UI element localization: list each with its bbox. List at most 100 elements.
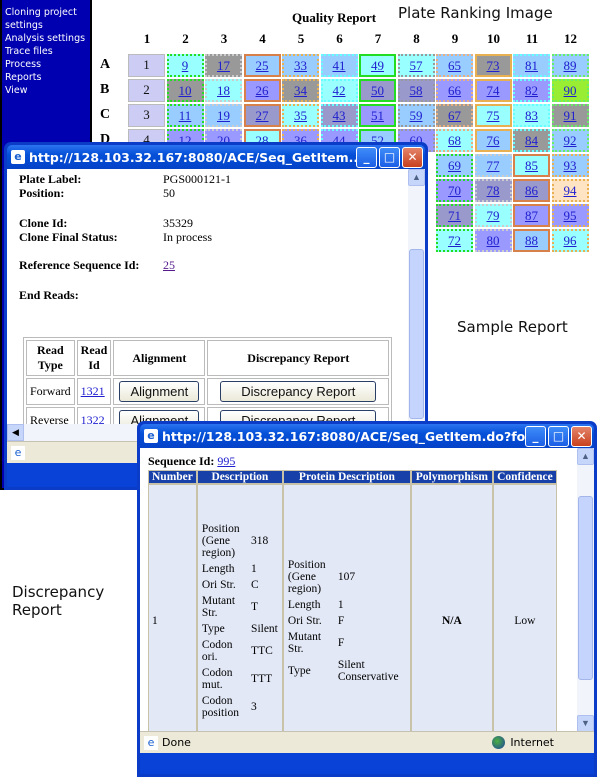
- maximize-button[interactable]: □: [379, 146, 400, 168]
- well-link[interactable]: 69: [448, 158, 461, 173]
- plate-well: 69: [436, 154, 473, 177]
- plate-well: 26: [243, 79, 281, 102]
- well-link[interactable]: 70: [448, 183, 461, 198]
- well-link[interactable]: 85: [525, 158, 538, 173]
- plate-well: 71: [436, 204, 473, 227]
- read-id-link[interactable]: 1321: [81, 384, 105, 398]
- well-link[interactable]: 86: [525, 183, 538, 198]
- well-link[interactable]: 78: [487, 183, 500, 198]
- well-link[interactable]: 67: [448, 108, 461, 123]
- scroll-up-icon[interactable]: ▲: [577, 448, 594, 465]
- status-bar: e Done Internet: [140, 731, 594, 753]
- plate-well: 2: [128, 79, 165, 102]
- well-link[interactable]: 96: [564, 233, 577, 248]
- detail-row: Type Silent: [200, 622, 280, 636]
- disc-window-titlebar[interactable]: e http://128.103.32.167:8080/ACE/Seq_Get…: [140, 424, 594, 448]
- well-link[interactable]: 26: [256, 83, 269, 98]
- well-link[interactable]: 71: [448, 208, 461, 223]
- well-link[interactable]: 33: [294, 58, 307, 73]
- well-link[interactable]: 88: [525, 233, 538, 248]
- sidebar-item-view[interactable]: View: [5, 84, 87, 97]
- well-link[interactable]: 89: [564, 58, 577, 73]
- well-link[interactable]: 19: [217, 108, 230, 123]
- well-link[interactable]: 35: [294, 108, 307, 123]
- well-link[interactable]: 94: [564, 183, 577, 198]
- well-link[interactable]: 50: [371, 83, 384, 98]
- scroll-up-icon[interactable]: ▲: [408, 169, 425, 186]
- header-protein-description: Protein Description: [282, 470, 411, 484]
- well-link[interactable]: 87: [525, 208, 538, 223]
- well-link[interactable]: 95: [564, 208, 577, 223]
- well-link[interactable]: 77: [487, 158, 500, 173]
- well-link[interactable]: 42: [333, 83, 346, 98]
- vertical-scrollbar[interactable]: ▲ ▼: [577, 448, 594, 732]
- plate-well: 82: [513, 79, 550, 102]
- well-link[interactable]: 17: [217, 58, 230, 73]
- description-details: Position (Gene region) 318 Length 1 Ori Str.…: [198, 520, 282, 722]
- well-link[interactable]: 74: [487, 83, 500, 98]
- header-read-type: Read Type: [26, 340, 75, 376]
- well-link[interactable]: 18: [217, 83, 230, 98]
- well-link[interactable]: 91: [564, 108, 577, 123]
- reference-sequence-link[interactable]: 25: [163, 258, 175, 272]
- well-link[interactable]: 57: [410, 58, 423, 73]
- close-button[interactable]: ✕: [571, 425, 592, 447]
- detail-key: Position (Gene region): [201, 523, 240, 559]
- well-link[interactable]: 92: [564, 133, 577, 148]
- detail-key: Codon position: [201, 695, 239, 719]
- well-link[interactable]: 9: [182, 58, 189, 73]
- discrepancy-report-button[interactable]: Discrepancy Report: [220, 381, 377, 402]
- sidebar-item-reports[interactable]: Reports: [5, 71, 87, 84]
- sequence-id-link[interactable]: 995: [217, 454, 235, 468]
- plate-well: 79: [474, 204, 512, 227]
- maximize-button[interactable]: □: [548, 425, 569, 447]
- well-link[interactable]: 10: [179, 83, 192, 98]
- sample-window-titlebar[interactable]: e http://128.103.32.167:8080/ACE/Seq_Get…: [7, 145, 425, 169]
- well-link[interactable]: 93: [564, 158, 577, 173]
- well-link[interactable]: 25: [256, 58, 269, 73]
- sidebar-item-analysis-settings[interactable]: Analysis settings: [5, 32, 87, 45]
- well-link[interactable]: 68: [448, 133, 461, 148]
- well-link[interactable]: 49: [371, 58, 384, 73]
- ie-status-icon: e: [11, 445, 25, 460]
- alignment-button[interactable]: Alignment: [119, 381, 200, 402]
- minimize-button[interactable]: _: [356, 146, 377, 168]
- minimize-button[interactable]: _: [525, 425, 546, 447]
- plate-well: 66: [436, 79, 473, 102]
- well-link[interactable]: 80: [487, 233, 500, 248]
- well-link[interactable]: 76: [487, 133, 500, 148]
- well-link[interactable]: 11: [179, 108, 192, 123]
- well-link[interactable]: 65: [448, 58, 461, 73]
- close-button[interactable]: ✕: [402, 146, 423, 168]
- scroll-left-icon[interactable]: ◀: [7, 424, 24, 441]
- well-link[interactable]: 79: [487, 208, 500, 223]
- well-link[interactable]: 51: [371, 108, 384, 123]
- header-polymorphism: Polymorphism: [410, 470, 493, 484]
- well-link[interactable]: 66: [448, 83, 461, 98]
- detail-row: Mutant Str. T: [200, 594, 280, 620]
- well-link[interactable]: 83: [525, 108, 538, 123]
- sidebar-item-process[interactable]: Process: [5, 58, 87, 71]
- well-link[interactable]: 41: [333, 58, 346, 73]
- well-link[interactable]: 75: [487, 108, 500, 123]
- scroll-thumb[interactable]: [578, 496, 593, 680]
- sidebar-item-trace-files[interactable]: Trace files: [5, 45, 87, 58]
- well-link[interactable]: 81: [525, 58, 538, 73]
- plate-label-key: Plate Label:: [19, 172, 82, 186]
- well-link[interactable]: 84: [525, 133, 538, 148]
- well-link[interactable]: 58: [410, 83, 423, 98]
- well-link[interactable]: 34: [294, 83, 307, 98]
- well-link[interactable]: 73: [487, 58, 500, 73]
- well-link[interactable]: 27: [256, 108, 269, 123]
- sequence-id-label: Sequence Id:: [148, 454, 215, 468]
- scroll-thumb[interactable]: [409, 249, 424, 419]
- vertical-scrollbar[interactable]: ▲: [408, 169, 425, 441]
- well-link[interactable]: 59: [410, 108, 423, 123]
- scroll-down-icon[interactable]: ▼: [577, 715, 594, 732]
- well-link[interactable]: 43: [333, 108, 346, 123]
- well-link[interactable]: 72: [448, 233, 461, 248]
- well-link[interactable]: 82: [525, 83, 538, 98]
- sidebar-item-cloning-project-settings[interactable]: Cloning project settings: [5, 6, 91, 32]
- well-link[interactable]: 90: [564, 83, 577, 98]
- reference-sequence-cell: 25: [163, 259, 175, 272]
